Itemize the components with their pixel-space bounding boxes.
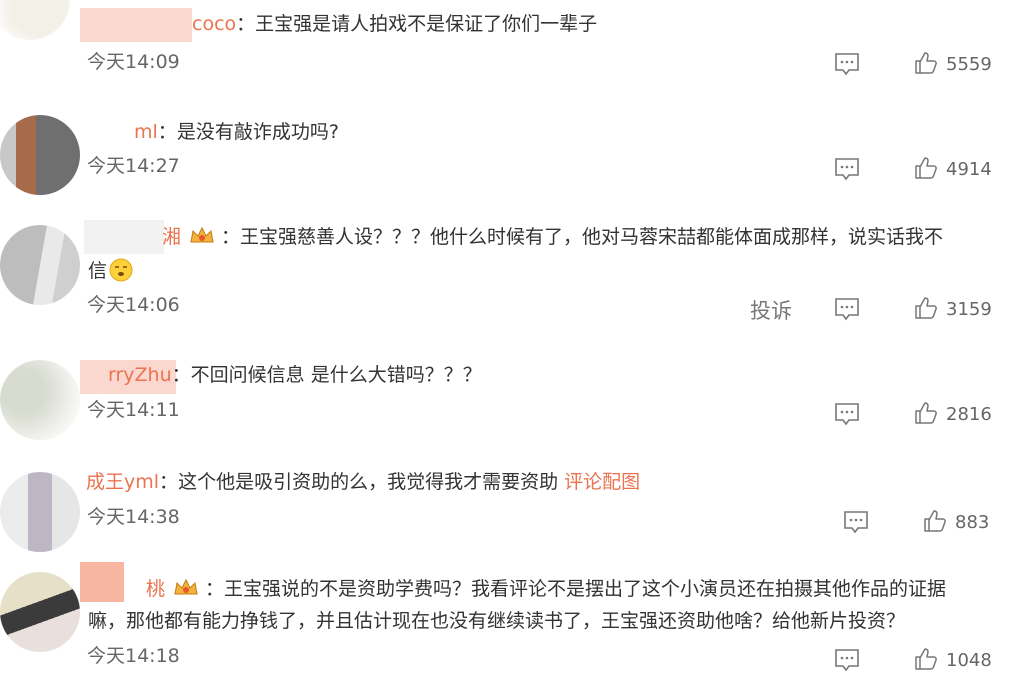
like-button[interactable]: 883 (923, 508, 989, 538)
like-button[interactable]: 1048 (914, 646, 992, 676)
timestamp: 今天14:18 (87, 645, 180, 667)
like-button[interactable]: 4914 (914, 155, 992, 185)
crown-badge-icon (190, 226, 214, 243)
like-button[interactable]: 5559 (914, 50, 992, 80)
comment-text: coco：王宝强是请人拍戏不是保证了你们一辈子 (192, 13, 598, 35)
comment-text-cont: 嘛，那他都有能力挣钱了，并且估计现在也没有继续读书了，王宝强还资助他啥？给他新片… (88, 610, 906, 632)
username[interactable]: 桃 (146, 578, 165, 600)
username[interactable]: rryZhu (108, 364, 172, 386)
comment-text: 成王yml：这个他是吸引资助的么，我觉得我才需要资助 评论配图 (86, 471, 641, 493)
comment-5: 成王yml：这个他是吸引资助的么，我觉得我才需要资助 评论配图 今天14:38 … (0, 460, 1024, 560)
report-button[interactable]: 投诉 (750, 296, 792, 326)
comment-image-link[interactable]: 评论配图 (564, 471, 640, 493)
avatar[interactable] (0, 225, 80, 305)
thumbs-up-icon (915, 648, 937, 670)
comment-6: 桃：王宝强说的不是资助学费吗？我看评论不是摆出了这个小演员还在拍摄其他作品的证据… (0, 560, 1024, 694)
thumbs-up-icon (915, 157, 937, 179)
comment-icon[interactable] (834, 402, 860, 426)
username[interactable]: ml (134, 121, 158, 143)
username[interactable]: coco (192, 13, 236, 35)
comment-2: ml：是没有敲诈成功吗? 今天14:27 4914 (0, 100, 1024, 200)
timestamp: 今天14:09 (87, 51, 180, 73)
comment-text: ml：是没有敲诈成功吗? (134, 121, 339, 143)
emoji-icon (109, 258, 133, 282)
comment-1: coco：王宝强是请人拍戏不是保证了你们一辈子 今天14:09 5559 (0, 0, 1024, 100)
avatar[interactable] (0, 472, 80, 552)
comment-icon[interactable] (843, 510, 869, 534)
avatar[interactable] (0, 572, 80, 652)
comment-icon[interactable] (834, 52, 860, 76)
comment-icon[interactable] (834, 157, 860, 181)
avatar[interactable] (0, 360, 80, 440)
timestamp: 今天14:06 (87, 294, 180, 316)
timestamp: 今天14:38 (87, 506, 180, 528)
like-button[interactable]: 2816 (914, 400, 992, 430)
comment-icon[interactable] (834, 297, 860, 321)
comment-text: 桃：王宝强说的不是资助学费吗？我看评论不是摆出了这个小演员还在拍摄其他作品的证据 (146, 578, 947, 600)
timestamp: 今天14:11 (87, 399, 180, 421)
thumbs-up-icon (915, 52, 937, 74)
thumbs-up-icon (915, 297, 937, 319)
username[interactable]: 湘 (162, 226, 181, 248)
comment-text: rryZhu：不回问候信息 是什么大错吗？？？ (108, 364, 482, 386)
thumbs-up-icon (915, 402, 937, 424)
comment-3: 湘：王宝强慈善人设？？？他什么时候有了，他对马蓉宋喆都能体面成那样，说实话我不 … (0, 210, 1024, 340)
comment-text-cont: 信 (88, 254, 990, 288)
timestamp: 今天14:27 (87, 155, 180, 177)
like-button[interactable]: 3159 (914, 295, 992, 325)
comment-text: 湘：王宝强慈善人设？？？他什么时候有了，他对马蓉宋喆都能体面成那样，说实话我不 (162, 226, 944, 248)
username[interactable]: 成王yml (86, 471, 159, 493)
crown-badge-icon (174, 578, 198, 595)
comment-4: rryZhu：不回问候信息 是什么大错吗？？？ 今天14:11 2816 (0, 350, 1024, 450)
thumbs-up-icon (924, 510, 946, 532)
avatar[interactable] (0, 0, 70, 40)
avatar[interactable] (0, 115, 80, 195)
comment-icon[interactable] (834, 648, 860, 672)
